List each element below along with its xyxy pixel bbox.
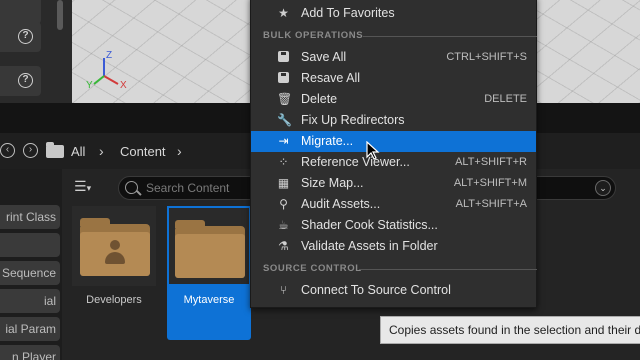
chevron-down-icon: ▾: [86, 183, 92, 193]
size-map-icon: ▦: [277, 176, 290, 190]
search-options-dropdown-icon[interactable]: ⌄: [595, 180, 611, 196]
menu-item-label: Resave All: [301, 71, 361, 85]
menu-item-label: Shader Cook Statistics...: [301, 218, 438, 232]
breadcrumb-content[interactable]: Content: [120, 144, 166, 159]
menu-item-label: Validate Assets in Folder: [301, 239, 438, 253]
audit-icon: ⚲: [279, 197, 288, 211]
menu-item-connect-to-source-control[interactable]: ⑂ Connect To Source Control: [251, 280, 536, 301]
help-icon: ?: [18, 73, 33, 88]
gizmo-x-label: X: [120, 80, 127, 91]
breadcrumb-all[interactable]: All: [71, 144, 85, 159]
menu-item-add-to-favorites[interactable]: ★ Add To Favorites: [251, 3, 536, 24]
menu-item-label: Connect To Source Control: [301, 283, 451, 297]
gizmo-z-label: Z: [106, 50, 112, 61]
asset-tile-mytaverse[interactable]: Mytaverse: [167, 206, 251, 340]
menu-item-shader-cook-statistics[interactable]: ☕ Shader Cook Statistics...: [251, 215, 536, 236]
category-item[interactable]: n Player: [0, 345, 60, 360]
shortcut-label: ALT+SHIFT+R: [455, 156, 527, 168]
asset-tile-developers[interactable]: Developers: [72, 206, 156, 340]
menu-item-size-map[interactable]: ▦ Size Map... ALT+SHIFT+M: [251, 173, 536, 194]
chevron-right-icon[interactable]: ›: [177, 143, 182, 159]
shortcut-label: ALT+SHIFT+A: [455, 198, 527, 210]
help-icon: ?: [18, 29, 33, 44]
asset-category-panel: rint Class Sequence ial ial Param n Play…: [0, 169, 62, 360]
menu-item-audit-assets[interactable]: ⚲ Audit Assets... ALT+SHIFT+A: [251, 194, 536, 215]
side-toolbar-button-top[interactable]: [0, 0, 41, 24]
menu-item-label: Audit Assets...: [301, 197, 381, 211]
migrate-icon: ⇥: [278, 134, 289, 148]
migrate-tooltip: Copies assets found in the selection and…: [380, 316, 640, 344]
section-title: BULK OPERATIONS: [263, 30, 364, 41]
teapot-icon: ☕: [278, 218, 289, 232]
filter-icon: ☰: [74, 178, 87, 194]
forward-arrow-icon[interactable]: ›: [23, 143, 38, 158]
wrench-icon: 🔧: [277, 113, 292, 127]
menu-item-migrate[interactable]: ⇥ Migrate...: [251, 131, 536, 152]
chevron-right-icon[interactable]: ›: [99, 143, 104, 159]
menu-item-label: Fix Up Redirectors: [301, 113, 405, 127]
category-item[interactable]: ial Param: [0, 317, 60, 341]
menu-item-label: Reference Viewer...: [301, 155, 410, 169]
section-header-source-control: SOURCE CONTROL: [263, 263, 537, 275]
folder-thumbnail: [72, 206, 156, 286]
category-item[interactable]: [0, 233, 60, 257]
menu-item-label: Add To Favorites: [301, 6, 395, 20]
folder-icon: [175, 220, 245, 278]
menu-item-fix-up-redirectors[interactable]: 🔧 Fix Up Redirectors: [251, 110, 536, 131]
vertical-scrollbar[interactable]: [57, 0, 63, 30]
menu-item-save-all[interactable]: Save All CTRL+SHIFT+S: [251, 47, 536, 68]
axis-gizmo-icon: Z X Y: [86, 50, 127, 91]
search-placeholder: Search Content: [146, 181, 230, 195]
category-item[interactable]: rint Class: [0, 205, 60, 229]
star-icon: ★: [278, 6, 289, 20]
disk-icon: [277, 51, 290, 64]
asset-label: Developers: [86, 294, 142, 306]
folder-icon[interactable]: [46, 142, 64, 158]
viewport-side-toolbar: ? ?: [0, 0, 72, 103]
mouse-cursor-icon: [366, 141, 380, 160]
flask-icon: ⚗: [278, 239, 289, 253]
menu-item-delete[interactable]: 🗑 Delete DELETE: [251, 89, 536, 110]
shortcut-label: DELETE: [484, 93, 527, 105]
section-title: SOURCE CONTROL: [263, 263, 362, 274]
unreal-editor-window: ? ? Z X Y ‹ › All › Content › rint Class…: [0, 0, 640, 360]
context-menu: ★ Add To Favorites BULK OPERATIONS Save …: [250, 0, 537, 308]
gizmo-y-label: Y: [86, 80, 93, 91]
search-icon: [125, 181, 138, 194]
menu-item-label: Migrate...: [301, 134, 354, 148]
shortcut-label: CTRL+SHIFT+S: [446, 51, 527, 63]
back-arrow-icon[interactable]: ‹: [0, 143, 15, 158]
category-item[interactable]: Sequence: [0, 261, 60, 285]
folder-thumbnail: [167, 206, 251, 286]
menu-item-label: Size Map...: [301, 176, 364, 190]
trash-icon: 🗑: [277, 92, 293, 106]
category-item[interactable]: ial: [0, 289, 60, 313]
folder-icon: [80, 218, 150, 276]
menu-item-validate-assets[interactable]: ⚗ Validate Assets in Folder: [251, 236, 536, 257]
section-header-bulk: BULK OPERATIONS: [263, 30, 537, 42]
source-control-icon: ⑂: [279, 283, 288, 297]
disk-icon: [277, 72, 290, 85]
developer-person-icon: [104, 240, 126, 266]
asset-label: Mytaverse: [183, 294, 235, 306]
help-button-1[interactable]: ?: [0, 22, 41, 52]
menu-item-resave-all[interactable]: Resave All: [251, 68, 536, 89]
menu-item-label: Delete: [301, 92, 338, 106]
help-button-2[interactable]: ?: [0, 66, 41, 96]
filter-button[interactable]: ☰▾: [74, 178, 112, 198]
menu-item-label: Save All: [301, 50, 347, 64]
menu-item-reference-viewer[interactable]: ⁘ Reference Viewer... ALT+SHIFT+R: [251, 152, 536, 173]
shortcut-label: ALT+SHIFT+M: [453, 177, 527, 189]
reference-viewer-icon: ⁘: [278, 155, 289, 169]
